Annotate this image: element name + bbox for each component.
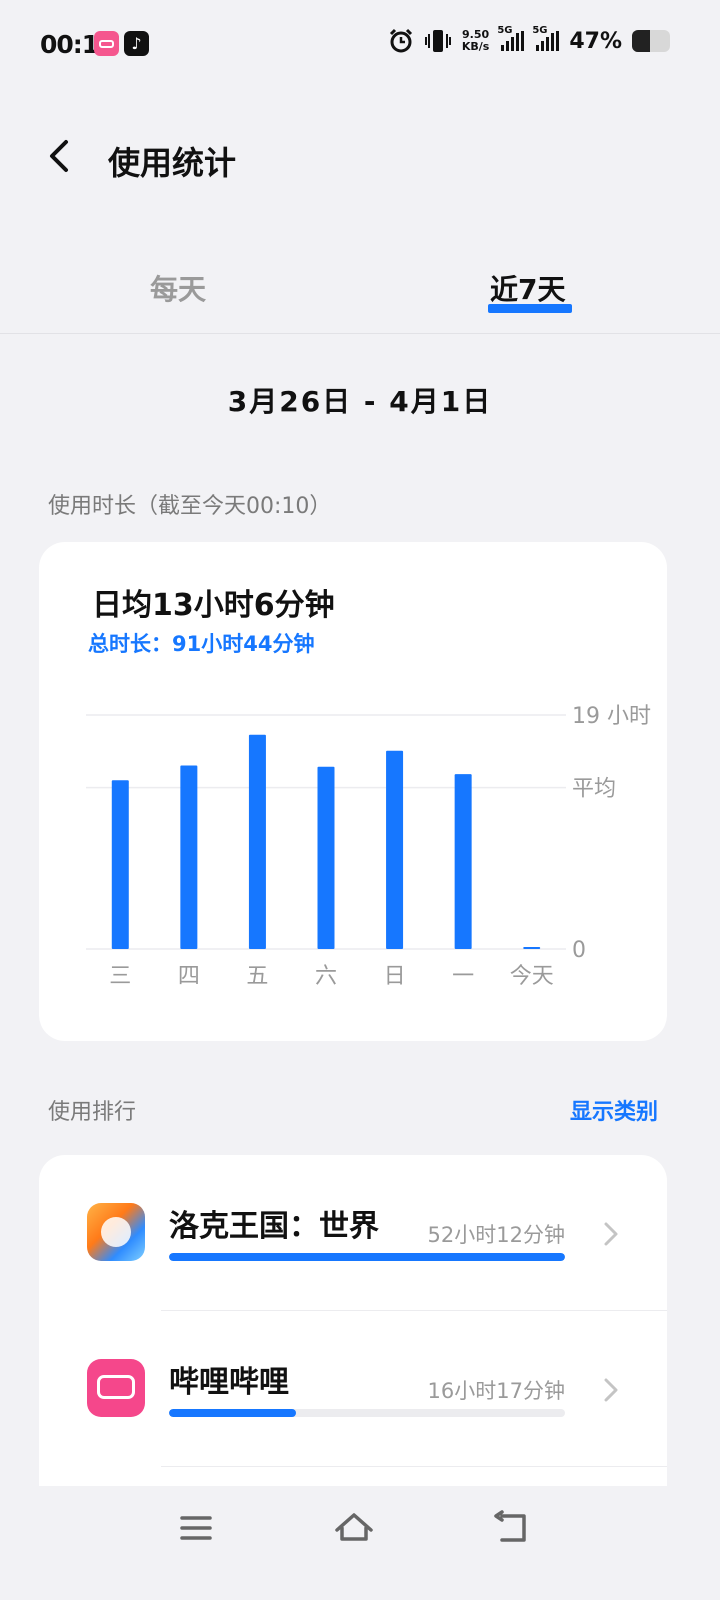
usage-progress-fill <box>169 1409 296 1417</box>
x-tick-label: 三 <box>109 964 131 989</box>
chart-bar <box>454 774 472 949</box>
usage-progress-bar <box>169 1253 565 1261</box>
tab-daily[interactable]: 每天 <box>150 268 206 308</box>
x-tick-label: 一 <box>452 964 474 989</box>
app-duration: 16小时17分钟 <box>427 1379 565 1403</box>
chart-bar <box>111 780 129 949</box>
y-tick-label: 平均 <box>572 777 616 802</box>
battery-level <box>632 30 650 52</box>
show-category-button[interactable]: 显示类别 <box>570 1094 658 1126</box>
chevron-right-icon <box>604 1378 618 1402</box>
tab-last-7-days[interactable]: 近7天 <box>490 268 565 308</box>
y-tick-label: 19 小时 <box>572 704 651 729</box>
x-tick-label: 五 <box>246 964 268 989</box>
total-duration: 总时长：91小时44分钟 <box>88 632 315 656</box>
chart-bar <box>386 750 404 949</box>
chevron-right-icon <box>604 1222 618 1246</box>
x-tick-label: 六 <box>315 964 337 989</box>
navigation-bar <box>0 1486 720 1600</box>
page-title: 使用统计 <box>108 144 237 182</box>
network-speed: 9.50 KB/s <box>462 29 489 53</box>
battery-percent: 47% <box>569 28 622 54</box>
usage-duration-label: 使用时长（截至今天00:10） <box>48 494 332 519</box>
daily-average: 日均13小时6分钟 <box>92 588 335 623</box>
tab-active-indicator <box>488 304 572 313</box>
usage-bar-chart: 19 小时平均 0 三 四 五 六 日 一 今天 <box>86 704 651 989</box>
bilibili-notification-icon <box>94 31 119 56</box>
tabs-divider <box>0 333 720 334</box>
back-icon[interactable] <box>490 1506 534 1550</box>
x-tick-label: 今天 <box>510 964 554 989</box>
chart-bar <box>248 734 266 949</box>
sim1-label: 5G <box>497 25 513 36</box>
date-range: 3月26日 - 4月1日 <box>227 385 493 418</box>
x-tick-label: 日 <box>384 964 406 989</box>
app-row-bilibili[interactable]: 哔哩哔哩 16小时17分钟 <box>39 1311 667 1467</box>
sim2-signal-icon: 5G <box>532 25 560 51</box>
menu-icon[interactable] <box>174 1506 218 1550</box>
sim1-signal-icon: 5G <box>497 25 525 51</box>
alarm-icon <box>389 28 412 53</box>
chart-bar <box>523 947 541 949</box>
app-row-roco-kingdom[interactable]: 洛克王国：世界 52小时12分钟 <box>39 1155 667 1311</box>
bilibili-app-icon <box>87 1359 145 1417</box>
x-tick-label: 四 <box>178 964 200 989</box>
usage-progress-fill <box>169 1253 565 1261</box>
back-button[interactable] <box>40 136 80 176</box>
app-name: 洛克王国：世界 <box>169 1209 379 1244</box>
app-duration: 52小时12分钟 <box>427 1223 565 1247</box>
y-tick-label: 0 <box>572 938 586 963</box>
sim2-label: 5G <box>532 25 548 36</box>
battery-icon <box>632 30 670 52</box>
usage-ranking-label: 使用排行 <box>48 1100 137 1125</box>
chart-bar <box>317 766 335 949</box>
vibrate-icon <box>424 30 451 52</box>
roco-kingdom-app-icon <box>87 1203 145 1261</box>
status-icons: 9.50 KB/s 5G 5G 47% <box>388 25 670 54</box>
network-speed-unit: KB/s <box>461 40 490 53</box>
tiktok-notification-icon: ♪ <box>124 31 149 56</box>
row-divider <box>161 1466 667 1467</box>
app-name: 哔哩哔哩 <box>169 1365 289 1400</box>
chevron-left-icon <box>50 140 68 172</box>
usage-progress-bar <box>169 1409 565 1417</box>
home-icon[interactable] <box>332 1506 376 1550</box>
chart-bar <box>180 765 198 949</box>
